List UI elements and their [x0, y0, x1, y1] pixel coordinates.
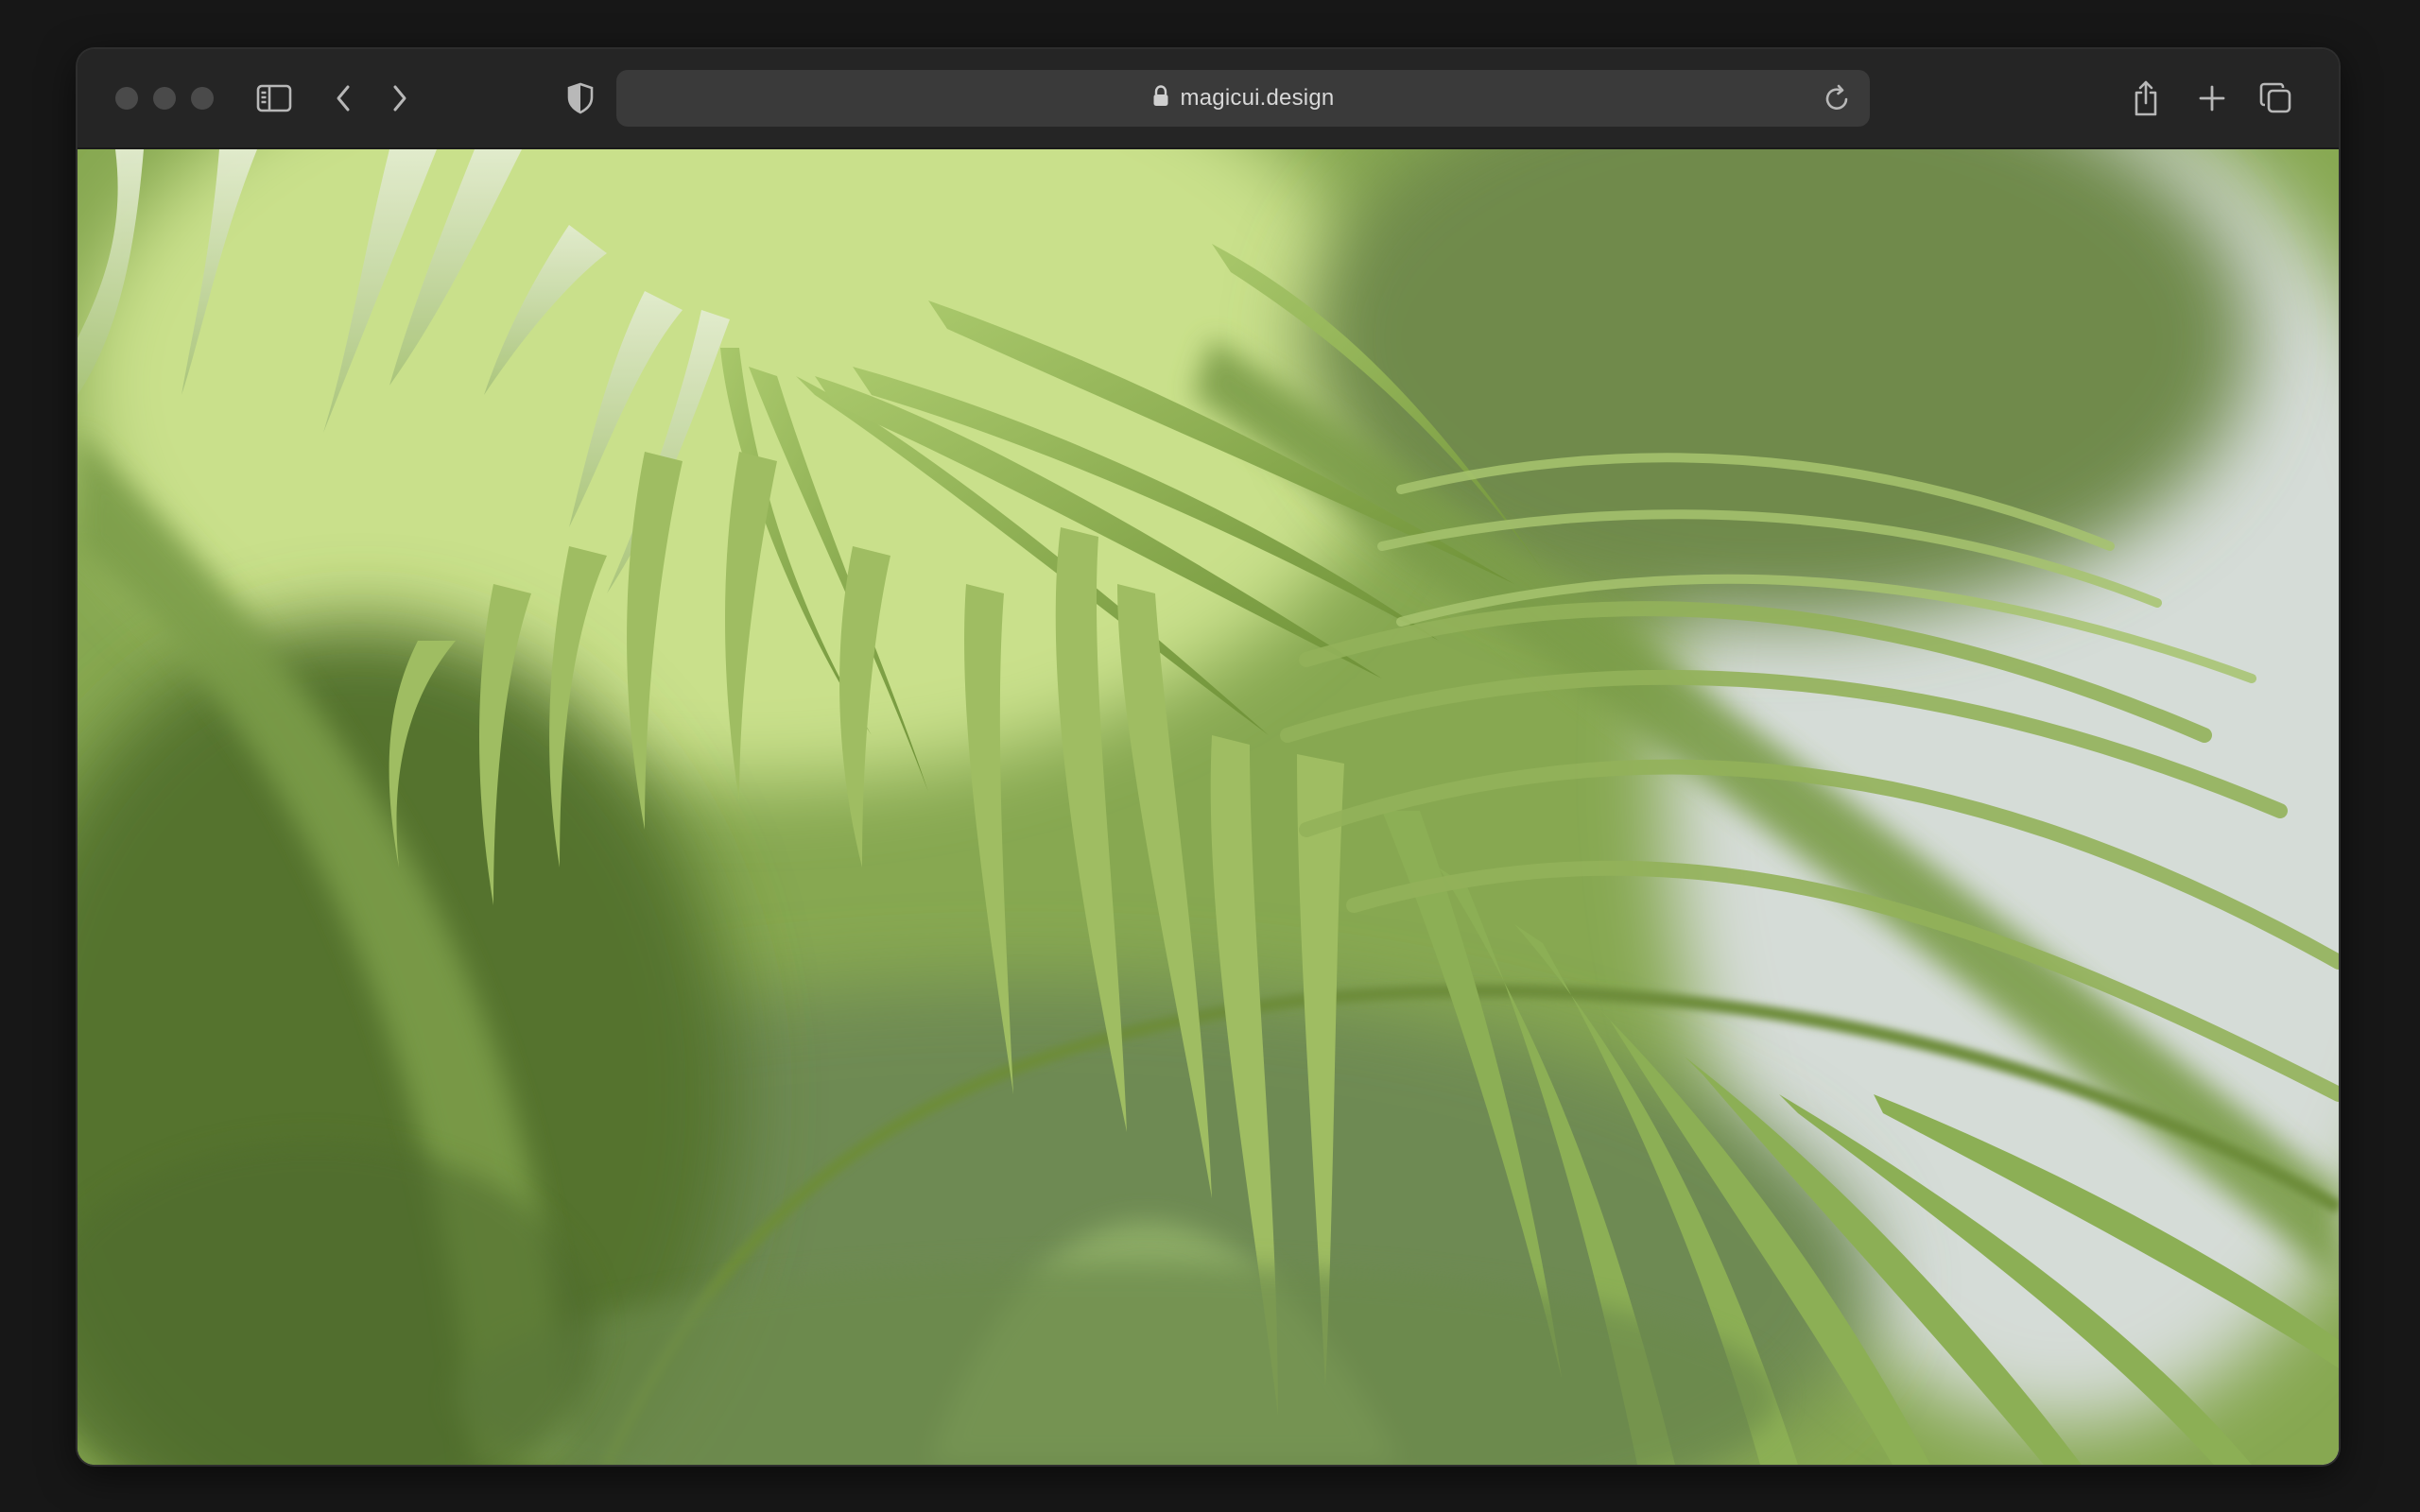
sidebar-icon[interactable]: [255, 81, 293, 115]
chevron-left-icon[interactable]: [327, 81, 361, 115]
chevron-right-icon[interactable]: [382, 81, 416, 115]
desktop-background: magicui.design: [0, 0, 2420, 1512]
zoom-window-button[interactable]: [191, 87, 214, 110]
browser-window: magicui.design: [78, 49, 2339, 1465]
tabs-overview-icon[interactable]: [2257, 79, 2295, 117]
url-text: magicui.design: [1180, 85, 1335, 111]
lock-icon: [1152, 84, 1169, 112]
browser-toolbar: magicui.design: [78, 49, 2339, 149]
plus-icon[interactable]: [2193, 79, 2231, 117]
palm-leaves-photo: [78, 149, 2339, 1465]
palm-leaves-image: [78, 149, 2339, 1465]
shield-icon[interactable]: [562, 79, 599, 117]
address-bar[interactable]: magicui.design: [616, 70, 1870, 127]
share-icon[interactable]: [2127, 77, 2165, 119]
close-window-button[interactable]: [115, 87, 138, 110]
minimize-window-button[interactable]: [153, 87, 176, 110]
reload-icon[interactable]: [1823, 83, 1853, 113]
